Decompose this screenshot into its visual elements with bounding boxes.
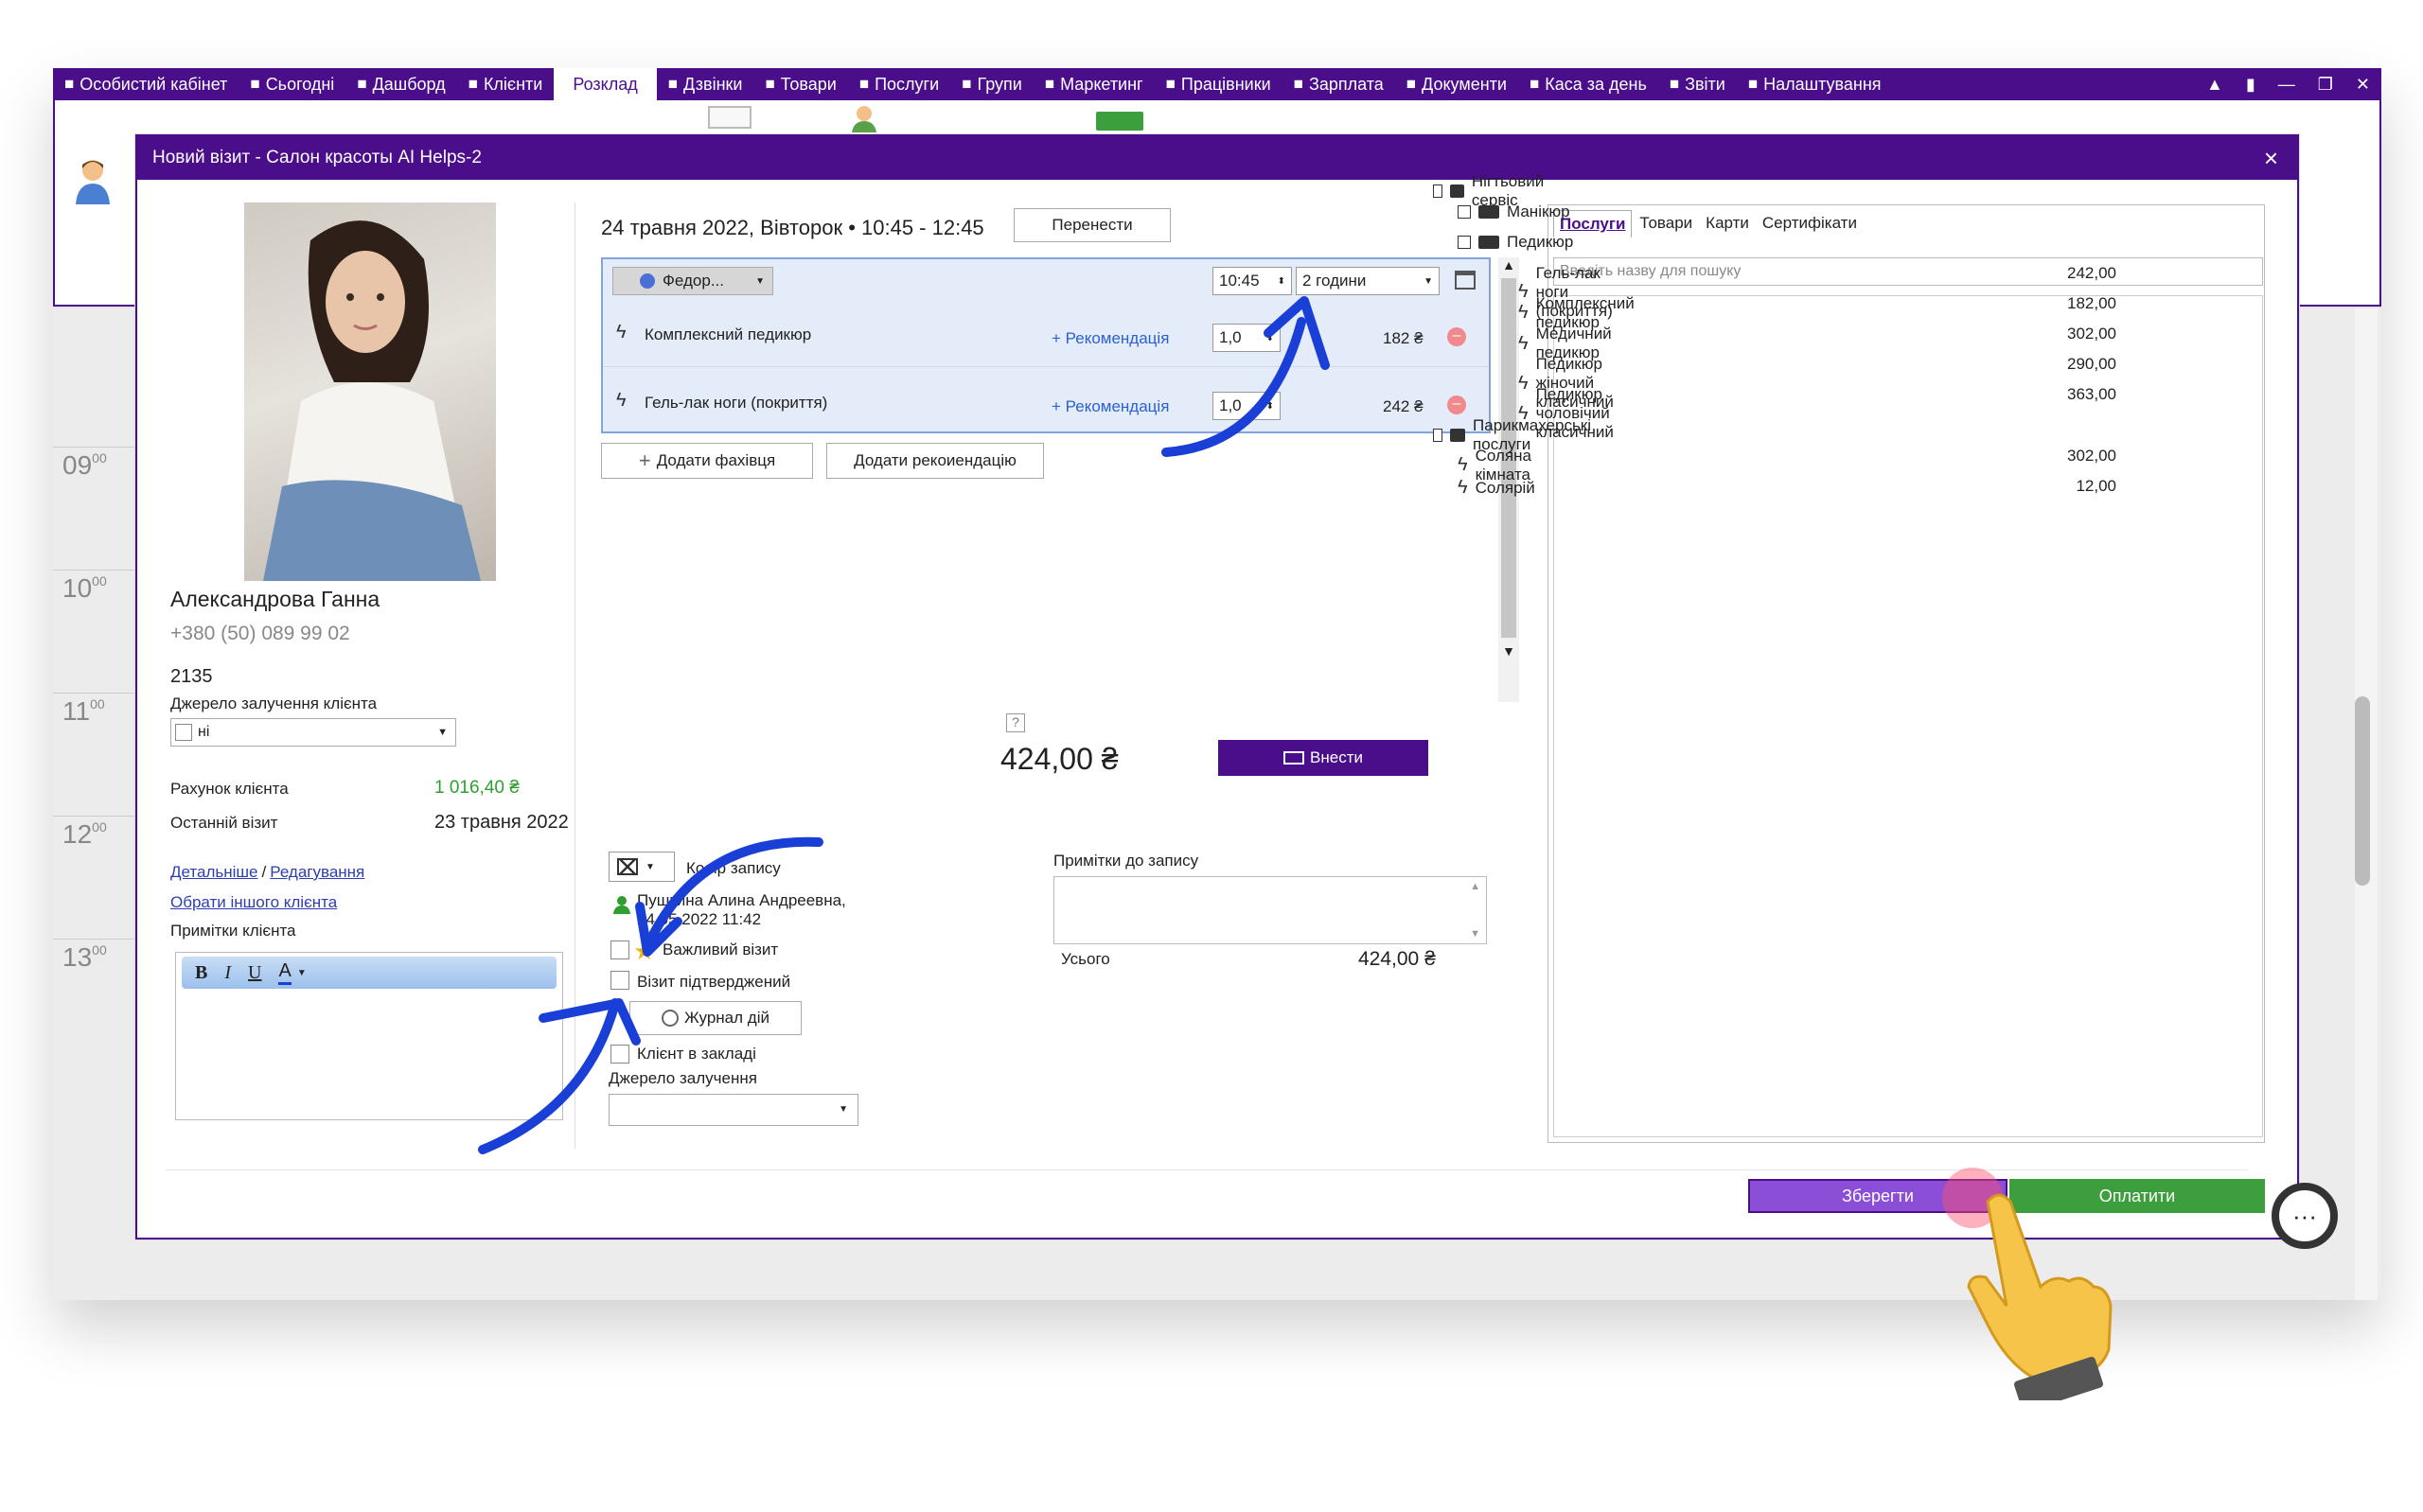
pointing-hand-icon xyxy=(1967,1193,2113,1400)
